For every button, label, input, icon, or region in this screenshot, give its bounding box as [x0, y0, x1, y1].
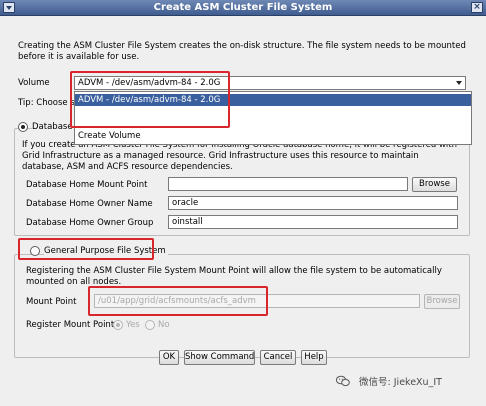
mount-point-input[interactable]: /u01/app/grid/acfsmounts/acfs_advm [94, 294, 420, 308]
volume-label: Volume [18, 78, 50, 88]
cancel-button[interactable]: Cancel [260, 350, 296, 365]
wechat-icon [336, 375, 350, 387]
db-home-mount-point-label: Database Home Mount Point [26, 180, 148, 190]
dialog-body: Creating the ASM Cluster File System cre… [0, 16, 486, 406]
volume-option-create[interactable]: Create Volume [75, 130, 471, 142]
help-button[interactable]: Help [301, 350, 327, 365]
register-yes-radio[interactable] [113, 320, 123, 330]
tip-text: Tip: Choose s [18, 98, 75, 108]
db-home-owner-group-label: Database Home Owner Group [26, 218, 154, 228]
mount-point-label: Mount Point [26, 297, 77, 307]
general-purpose-radio[interactable] [30, 246, 40, 256]
watermark-text: 微信号: JiekeXu_IT [359, 377, 442, 388]
mount-point-browse-button[interactable]: Browse [424, 294, 460, 309]
volume-dropdown-list: ADVM - /dev/asm/advm-84 - 2.0G Create Vo… [74, 91, 472, 145]
show-command-button[interactable]: Show Command [184, 350, 255, 365]
close-icon[interactable]: × [471, 2, 483, 13]
general-purpose-radio-label: General Purpose File System [44, 246, 168, 256]
watermark: 微信号: JiekeXu_IT [336, 374, 442, 392]
register-yes-label: Yes [126, 320, 140, 330]
volume-selected-value: ADVM - /dev/asm/advm-84 - 2.0G [78, 78, 221, 88]
db-home-owner-name-input[interactable]: oracle [168, 196, 458, 210]
general-purpose-description: Registering the ASM Cluster File System … [26, 266, 442, 287]
window-title: Create ASM Cluster File System [153, 2, 333, 13]
title-bar: Create ASM Cluster File System × [0, 0, 486, 16]
chevron-down-icon[interactable] [456, 81, 462, 85]
db-home-mount-point-input[interactable] [168, 177, 408, 191]
db-home-radio[interactable] [18, 122, 28, 132]
ok-button[interactable]: OK [159, 350, 179, 365]
db-home-owner-name-label: Database Home Owner Name [26, 199, 153, 209]
register-no-radio[interactable] [145, 320, 155, 330]
intro-text: Creating the ASM Cluster File System cre… [18, 41, 466, 62]
db-home-owner-group-input[interactable]: oinstall [168, 215, 458, 229]
register-no-label: No [158, 320, 170, 330]
volume-option-advm[interactable]: ADVM - /dev/asm/advm-84 - 2.0G [75, 94, 471, 106]
db-home-browse-button[interactable]: Browse [412, 177, 457, 192]
register-mount-point-label: Register Mount Point [26, 320, 115, 330]
volume-select[interactable]: ADVM - /dev/asm/advm-84 - 2.0G [74, 76, 466, 90]
